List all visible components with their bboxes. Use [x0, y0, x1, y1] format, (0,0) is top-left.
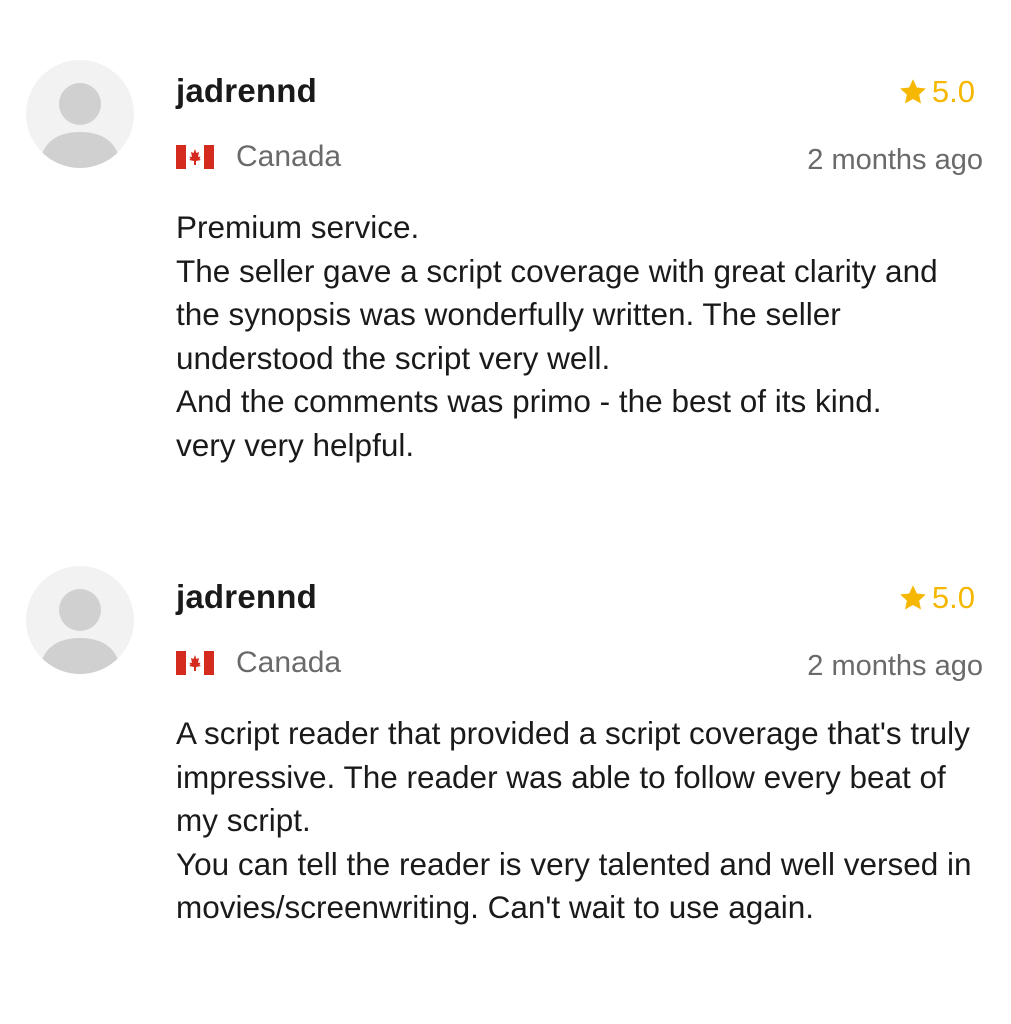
avatar[interactable] [26, 60, 134, 168]
reviewer-country: Canada [176, 140, 341, 174]
review-timestamp: 2 months ago [807, 650, 983, 682]
rating: 5.0 [898, 74, 975, 110]
star-icon [900, 79, 926, 104]
user-silhouette-icon [40, 589, 120, 674]
rating-value: 5.0 [931, 74, 975, 109]
review-text: A script reader that provided a script c… [176, 715, 972, 925]
review-timestamp: 2 months ago [807, 144, 983, 176]
review-text: Premium service. The seller gave a scrip… [176, 209, 938, 463]
canada-flag-icon [176, 145, 214, 169]
rating-value: 5.0 [931, 580, 975, 615]
country-name: Canada [236, 140, 342, 173]
rating: 5.0 [898, 580, 975, 616]
user-silhouette-icon [40, 83, 120, 168]
star-icon [900, 585, 926, 610]
reviewer-username[interactable]: jadrennd [176, 72, 317, 110]
avatar[interactable] [26, 566, 134, 674]
reviewer-country: Canada [176, 646, 341, 680]
country-name: Canada [236, 646, 342, 679]
canada-flag-icon [176, 651, 214, 675]
reviewer-username[interactable]: jadrennd [176, 578, 317, 616]
